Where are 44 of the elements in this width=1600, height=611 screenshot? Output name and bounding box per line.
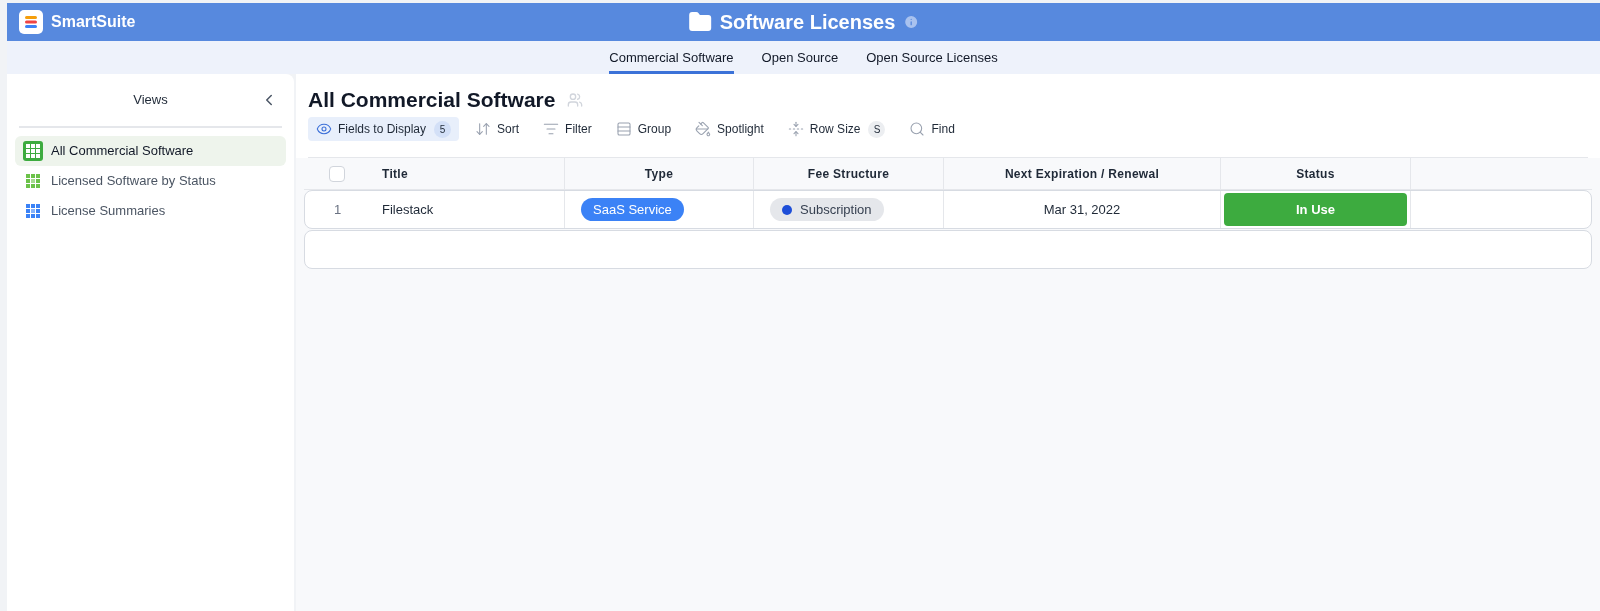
paint-bucket-icon xyxy=(695,121,712,137)
summary-view-icon xyxy=(23,201,43,221)
date-cell-text: Mar 31, 2022 xyxy=(1043,200,1121,219)
view-item[interactable]: Licensed Software by Status xyxy=(15,166,286,196)
toolbar-button[interactable]: Fields to Display 5 xyxy=(308,117,460,141)
view-item[interactable]: All Commercial Software xyxy=(15,136,286,166)
column-header: Fee Structure xyxy=(807,165,890,183)
people-icon xyxy=(567,92,584,108)
column-header: Next Expiration / Renewal xyxy=(1004,165,1160,183)
sort-icon xyxy=(475,121,492,137)
sidebar-title: Views xyxy=(133,91,168,110)
search-icon xyxy=(909,121,926,137)
row-number: 1 xyxy=(333,200,342,219)
toolbar-button[interactable]: Find xyxy=(901,117,963,141)
status-tag: In Use xyxy=(1224,193,1407,226)
new-row[interactable] xyxy=(304,230,1592,269)
group-icon xyxy=(615,121,632,137)
column-header: Title xyxy=(382,165,408,183)
title-cell-text: Filestack xyxy=(382,200,434,219)
grid-view-icon xyxy=(23,141,43,161)
toolbar-button[interactable]: Row Size S xyxy=(779,117,894,141)
toolbar-button[interactable]: Filter xyxy=(535,117,600,141)
fee-tag: Subscription xyxy=(770,198,884,221)
filter-icon xyxy=(543,121,560,137)
column-header: Status xyxy=(1296,165,1335,183)
column-header: Type xyxy=(644,165,674,183)
card-view-icon xyxy=(23,171,43,191)
app-name: SmartSuite xyxy=(51,12,136,32)
table-row[interactable]: 1 Filestack SaaS Service Subscription Mar 31, 2022 In Use xyxy=(304,190,1592,229)
select-all-checkbox[interactable] xyxy=(329,165,345,182)
solution-tab[interactable]: Open Source Licenses xyxy=(866,41,998,74)
solution-tab[interactable]: Open Source xyxy=(761,41,839,74)
type-tag: SaaS Service xyxy=(581,198,684,221)
toolbar-button[interactable]: Sort xyxy=(467,117,528,141)
toolbar-button[interactable]: Spotlight xyxy=(687,117,772,141)
solution-title: Software Licenses xyxy=(719,10,896,35)
eye-icon xyxy=(316,121,332,137)
logo-icon xyxy=(19,10,43,34)
folder-icon xyxy=(687,10,712,34)
toolbar-button[interactable]: Group xyxy=(607,117,680,141)
info-icon[interactable] xyxy=(903,14,920,30)
view-item[interactable]: License Summaries xyxy=(15,196,286,226)
view-title: All Commercial Software xyxy=(308,87,556,114)
row-size-icon xyxy=(787,121,804,137)
